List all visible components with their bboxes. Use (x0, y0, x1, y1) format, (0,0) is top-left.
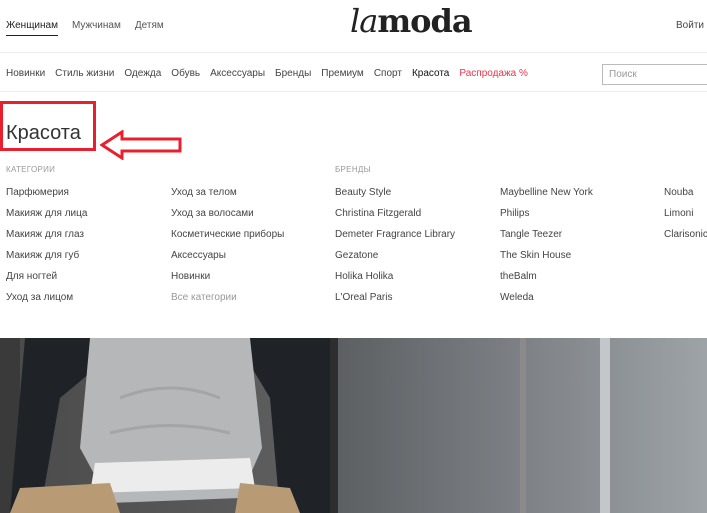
nav-item-new[interactable]: Новинки (6, 68, 45, 79)
nav-item-premium[interactable]: Премиум (321, 68, 364, 79)
tab-men[interactable]: Мужчинам (72, 20, 121, 36)
brand-link[interactable]: Maybelline New York (500, 187, 593, 208)
nav-item-brands[interactable]: Бренды (275, 68, 311, 79)
category-link[interactable]: Новинки (171, 271, 284, 292)
brand-link[interactable]: Gezatone (335, 250, 455, 271)
category-link[interactable]: Косметические приборы (171, 229, 284, 250)
categories-column-1: Парфюмерия Макияж для лица Макияж для гл… (6, 187, 87, 313)
brand-link[interactable]: Christina Fitzgerald (335, 208, 455, 229)
category-link[interactable]: Парфюмерия (6, 187, 87, 208)
hero-photo[interactable] (0, 338, 707, 513)
tab-women[interactable]: Женщинам (6, 20, 58, 36)
gender-tabs: Женщинам Мужчинам Детям (6, 20, 164, 36)
categories-column-2: Уход за телом Уход за волосами Косметиче… (171, 187, 284, 313)
category-link[interactable]: Уход за телом (171, 187, 284, 208)
logo-light: la (350, 2, 378, 40)
brand-link[interactable]: Demeter Fragrance Library (335, 229, 455, 250)
nav-item-accessories[interactable]: Аксессуары (210, 68, 265, 79)
login-link[interactable]: Войти (676, 20, 704, 31)
brand-link[interactable]: Weleda (500, 292, 593, 313)
beauty-dropdown-panel: Красота КАТЕГОРИИ БРЕНДЫ Парфюмерия Маки… (0, 92, 707, 338)
categories-heading: КАТЕГОРИИ (6, 165, 56, 174)
brand-link[interactable]: Philips (500, 208, 593, 229)
search-input[interactable] (602, 64, 707, 85)
top-bar: Женщинам Мужчинам Детям lamoda Войти (0, 0, 707, 52)
brand-link[interactable]: Holika Holika (335, 271, 455, 292)
brand-link[interactable]: Limoni (664, 208, 707, 229)
nav-items: Новинки Стиль жизни Одежда Обувь Аксессу… (6, 68, 538, 79)
tab-kids[interactable]: Детям (135, 20, 164, 36)
nav-item-clothing[interactable]: Одежда (124, 68, 161, 79)
nav-item-beauty[interactable]: Красота (412, 68, 449, 79)
brand-link[interactable]: The Skin House (500, 250, 593, 271)
main-nav: Новинки Стиль жизни Одежда Обувь Аксессу… (0, 52, 707, 92)
brands-column-3: Nouba Limoni Clarisonic (664, 187, 707, 250)
hero-image (0, 338, 707, 513)
brand-link[interactable]: L'Oreal Paris (335, 292, 455, 313)
category-link[interactable]: Для ногтей (6, 271, 87, 292)
brand-link[interactable]: Beauty Style (335, 187, 455, 208)
brands-column-1: Beauty Style Christina Fitzgerald Demete… (335, 187, 455, 313)
brand-link[interactable]: Tangle Teezer (500, 229, 593, 250)
panel-title: Красота (6, 122, 81, 144)
brands-column-2: Maybelline New York Philips Tangle Teeze… (500, 187, 593, 313)
category-link[interactable]: Уход за лицом (6, 292, 87, 313)
category-link[interactable]: Макияж для губ (6, 250, 87, 271)
logo-bold: moda (377, 2, 472, 40)
brand-link[interactable]: theBalm (500, 271, 593, 292)
nav-item-shoes[interactable]: Обувь (171, 68, 200, 79)
left-arrow-icon (100, 130, 182, 160)
brand-link[interactable]: Nouba (664, 187, 707, 208)
category-link[interactable]: Аксессуары (171, 250, 284, 271)
category-link[interactable]: Макияж для глаз (6, 229, 87, 250)
category-link[interactable]: Уход за волосами (171, 208, 284, 229)
lamoda-logo[interactable]: lamoda (350, 2, 473, 40)
brands-heading: БРЕНДЫ (335, 165, 371, 174)
nav-item-sale[interactable]: Распродажа % (459, 68, 528, 79)
category-link[interactable]: Макияж для лица (6, 208, 87, 229)
brand-link[interactable]: Clarisonic (664, 229, 707, 250)
all-categories-link[interactable]: Все категории (171, 292, 284, 313)
nav-item-lifestyle[interactable]: Стиль жизни (55, 68, 114, 79)
nav-item-sport[interactable]: Спорт (374, 68, 402, 79)
